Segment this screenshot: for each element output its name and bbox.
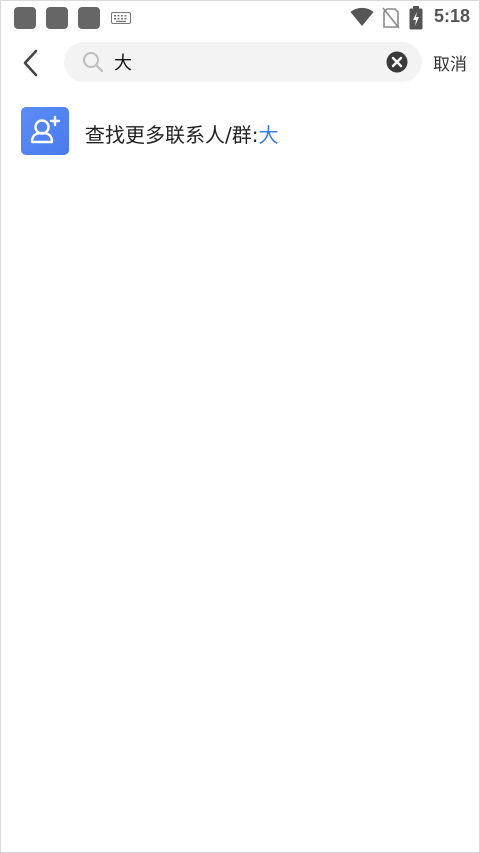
- search-icon: [83, 52, 104, 73]
- find-more-prefix: 查找更多联系人/群:: [85, 123, 259, 147]
- no-sim-icon: [382, 7, 400, 29]
- add-contact-icon: [21, 107, 69, 155]
- wifi-icon: [350, 7, 374, 26]
- cancel-button[interactable]: 取消: [433, 50, 467, 75]
- notification-square-icon: [46, 7, 68, 29]
- status-time: 5:18: [434, 6, 471, 26]
- search-box[interactable]: [64, 42, 422, 82]
- chevron-left-icon: [23, 49, 38, 77]
- find-more-contacts-row[interactable]: 查找更多联系人/群:大: [1, 101, 479, 163]
- back-button[interactable]: [13, 45, 49, 81]
- clear-circle-icon[interactable]: [386, 51, 408, 73]
- search-keyword-highlight: 大: [258, 123, 279, 147]
- search-input[interactable]: [114, 48, 374, 76]
- find-more-label: 查找更多联系人/群:大: [85, 119, 278, 148]
- notification-square-icon: [14, 7, 36, 29]
- battery-charging-icon: [409, 6, 423, 30]
- status-bar: 5:18: [1, 1, 479, 35]
- notification-square-icon: [78, 7, 100, 29]
- keyboard-icon: [111, 12, 131, 24]
